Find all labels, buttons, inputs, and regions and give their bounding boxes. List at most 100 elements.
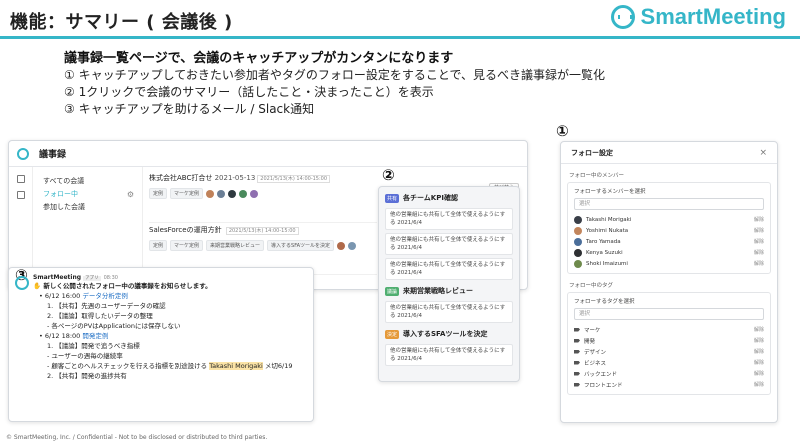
unfollow-button[interactable]: 解除 <box>754 227 764 234</box>
member-info: Shoki Imaizumi <box>574 259 628 268</box>
follow-card[interactable]: 議論 来期営業戦略レビュー 他の営業組にも共有して全体で使えるようにする 2021/… <box>385 284 513 323</box>
tag-chip[interactable]: マーケ定例 <box>170 188 204 199</box>
member-info: Yoshimi Nukata <box>574 226 628 235</box>
category-badge: 議論 <box>385 286 400 296</box>
description: 議事録一覧ページで、会議のキャッチアップがカンタンになります ① キャッチアップ… <box>64 50 605 118</box>
meeting-time-badge: 2021/5/13(木) 14:00-15:00 <box>257 175 331 183</box>
member-name: Kenya Suzuki <box>586 249 623 256</box>
message-line: 2. 【議論】取得したいデータの整理 <box>33 311 305 321</box>
unfollow-button[interactable]: 解除 <box>754 337 764 344</box>
menu-item-label: すべての会議 <box>43 177 85 185</box>
tag-row: デザイン 解除 <box>574 346 764 357</box>
follow-card[interactable]: 決定 導入するSFAツールを決定他の営業組にも共有して全体で使えるようにする 20… <box>385 327 513 366</box>
tag-name: フロントエンド <box>584 382 623 389</box>
sender-name: SmartMeeting <box>33 274 82 281</box>
unfollow-button[interactable]: 解除 <box>754 249 764 256</box>
message-line: 1. 【議論】開発で追うべき指標 <box>33 341 305 351</box>
tag-info: フロントエンド <box>574 381 623 389</box>
summary-item: 他の営業組にも共有して全体で使えるようにする 2021/6/4 <box>385 233 513 255</box>
tags-section-label: フォロー中のタグ <box>569 283 614 289</box>
avatar <box>574 248 582 257</box>
member-row: Shoki Imaizumi 解除 <box>574 258 764 269</box>
tag-list: マーケ 解除 開発 解除 デザイン 解除 ビジネス 解除 バックエンド 解除 フロントエンド 解除 <box>574 324 764 390</box>
close-icon[interactable]: × <box>759 148 767 158</box>
tag-select[interactable]: 選択 <box>574 308 764 320</box>
unfollow-button[interactable]: 解除 <box>754 326 764 333</box>
tag-name: バックエンド <box>584 371 618 378</box>
tag-chip[interactable]: マーケ定例 <box>170 240 204 251</box>
tag-row: マーケ 解除 <box>574 324 764 335</box>
app-logo-icon <box>17 147 29 160</box>
minutes-app-topbar: 議事録 <box>9 141 527 167</box>
minutes-row[interactable]: 株式会社ABC打合せ 2021-05-13 2021/5/13(木) 14:00-… <box>149 171 377 223</box>
logo: SmartMeeting <box>610 4 786 30</box>
mention[interactable]: Takashi Morigaki <box>209 362 263 370</box>
minutes-app-title: 議事録 <box>39 150 67 160</box>
follow-card[interactable]: 共有 各チームKPI確認 他の営業組にも共有して全体で使えるようにする 2021/6… <box>385 191 513 280</box>
tag-info: 開発 <box>574 337 595 345</box>
meeting-link[interactable]: 開発定例 <box>82 332 108 340</box>
tag-info: デザイン <box>574 348 606 356</box>
label-two: ② <box>382 166 395 184</box>
unfollow-button[interactable]: 解除 <box>754 370 764 377</box>
message-text: - ユーザーの週毎の継続率 <box>47 352 123 360</box>
slack-notification: ③ SmartMeeting アプリ 08:30 ✋ 新しく公開されたフォロー中の議… <box>8 267 314 422</box>
tag-row: ビジネス 解除 <box>574 357 764 368</box>
message-text: 2. 【共有】開発の進捗共有 <box>47 372 127 380</box>
description-point: ③ キャッチアップを助けるメール / Slack通知 <box>64 102 315 116</box>
calendar-icon[interactable] <box>16 175 25 183</box>
minutes-row-title: 株式会社ABC打合せ 2021-05-13 2021/5/13(木) 14:00-… <box>149 173 377 183</box>
summary-item: 他の営業組にも共有して全体で使えるようにする 2021/6/4 <box>385 344 513 366</box>
message-text: • 6/12 18:00 <box>39 332 83 340</box>
avatar <box>574 215 582 224</box>
avatar <box>217 189 226 198</box>
description-lead: 議事録一覧ページで、会議のキャッチアップがカンタンになります <box>64 51 454 66</box>
message-heading: ✋ 新しく公開されたフォロー中の議事録をお知らせします。 <box>33 282 212 290</box>
unfollow-button[interactable]: 解除 <box>754 260 764 267</box>
unfollow-button[interactable]: 解除 <box>754 238 764 245</box>
menu-item-following[interactable]: フォロー中 ⚙ <box>43 188 142 201</box>
agenda-chip: 導入するSFAツールを決定 <box>267 240 335 251</box>
members-box-label: フォローするメンバーを選択 <box>574 189 646 195</box>
category-badge: 共有 <box>385 193 400 203</box>
tag-chip[interactable]: 定例 <box>149 188 168 199</box>
message-body: • 6/12 16:00 データ分析定例 1. 【共有】先週のユーザーデータの確認… <box>33 291 305 381</box>
tag-row: 開発 解除 <box>574 335 764 346</box>
member-name: Shoki Imaizumi <box>586 260 628 267</box>
menu-item-attended[interactable]: 参加した会議 <box>43 201 142 214</box>
unfollow-button[interactable]: 解除 <box>754 359 764 366</box>
tags-box: フォローするタグを選択 選択 マーケ 解除 開発 解除 デザイン 解除 ビジネス 解除 バックエ… <box>567 292 771 395</box>
member-select[interactable]: 選択 <box>574 198 764 210</box>
follow-card-title: 導入するSFAツールを決定 <box>403 330 488 338</box>
unfollow-button[interactable]: 解除 <box>754 216 764 223</box>
menu-item-all[interactable]: すべての会議 <box>43 175 142 188</box>
member-name: Taro Yamada <box>586 238 621 245</box>
tag-chip[interactable]: 定例 <box>149 240 168 251</box>
member-info: Takashi Morigaki <box>574 215 631 224</box>
menu-item-label: フォロー中 <box>43 190 78 198</box>
message-line: 2. 【共有】開発の進捗共有 <box>33 371 305 381</box>
label-one: ① <box>556 122 569 140</box>
follow-card-head: 決定 導入するSFAツールを決定 <box>385 327 513 341</box>
meeting-time-badge: 2021/5/13(木) 14:00-15:00 <box>225 227 299 235</box>
message-line: - 顧客ごとのヘルスチェックを行える指標を別途設ける Takashi Morig… <box>33 361 305 371</box>
message-line: - 各ページのPVはApplicationには保存しない <box>33 321 305 331</box>
message-text: 2. 【議論】取得したいデータの整理 <box>47 312 153 320</box>
gear-icon[interactable]: ⚙ <box>127 188 134 201</box>
meeting-link[interactable]: データ分析定例 <box>82 292 128 300</box>
tag-icon <box>574 338 580 343</box>
document-icon[interactable] <box>16 191 25 199</box>
avatar <box>250 189 259 198</box>
members-section-label: フォロー中のメンバー <box>569 173 625 179</box>
member-row: Yoshimi Nukata 解除 <box>574 225 764 236</box>
message-line: 1. 【共有】先週のユーザーデータの確認 <box>33 301 305 311</box>
tag-info: マーケ <box>574 326 601 334</box>
tag-name: デザイン <box>584 349 607 356</box>
unfollow-button[interactable]: 解除 <box>754 381 764 388</box>
follow-card-head: 議論 来期営業戦略レビュー <box>385 284 513 298</box>
message-line: - ユーザーの週毎の継続率 <box>33 351 305 361</box>
unfollow-button[interactable]: 解除 <box>754 348 764 355</box>
avatar <box>228 189 237 198</box>
description-point: ① キャッチアップしておきたい参加者やタグのフォロー設定をすることで、見るべき議… <box>64 68 606 82</box>
tag-icon <box>574 382 580 387</box>
